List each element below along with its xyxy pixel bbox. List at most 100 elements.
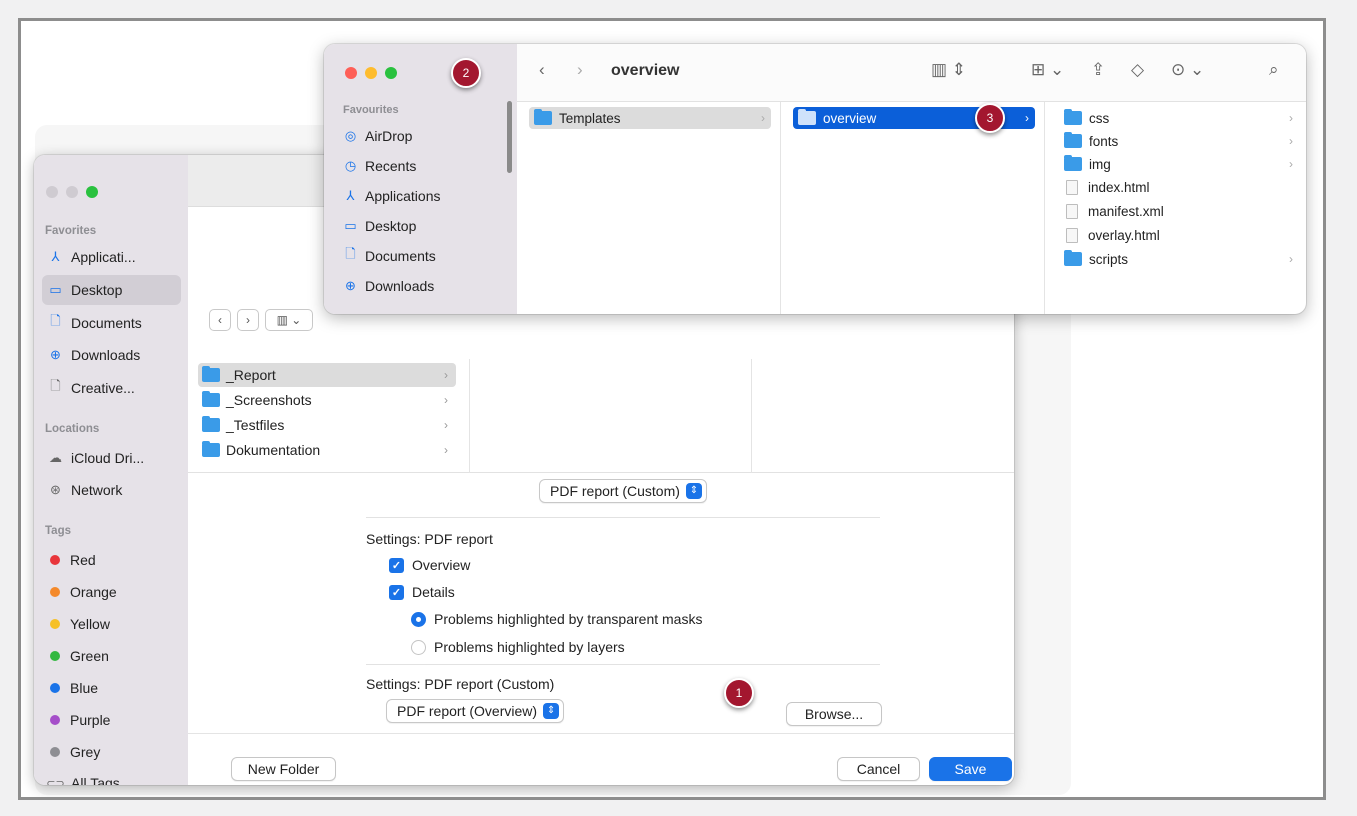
download-icon: ⊕	[345, 278, 356, 293]
back-button[interactable]: ‹	[539, 60, 545, 80]
tag-dot-icon	[50, 747, 60, 757]
tag-grey[interactable]: Grey	[42, 737, 181, 767]
chevron-right-icon: ›	[1289, 134, 1293, 148]
minimize-button[interactable]	[365, 67, 377, 79]
close-button[interactable]	[46, 186, 58, 198]
list-item[interactable]: index.html	[1059, 176, 1299, 198]
tag-label: Grey	[70, 744, 101, 760]
sidebar-item-downloads[interactable]: ⊕ Downloads	[42, 340, 181, 370]
download-icon: ⊕	[50, 347, 61, 362]
sidebar-item-downloads[interactable]: ⊕ Downloads	[343, 274, 434, 298]
tag-dot-icon	[50, 587, 60, 597]
finder-column-3: css › fonts › img › index.html manifest.…	[1045, 102, 1306, 314]
tag-purple[interactable]: Purple	[42, 705, 181, 735]
list-item[interactable]: manifest.xml	[1059, 200, 1299, 222]
chevron-right-icon: ›	[1025, 111, 1029, 125]
window-title: overview	[611, 62, 680, 79]
minimize-button[interactable]	[66, 186, 78, 198]
window-controls	[345, 67, 397, 79]
tag-red[interactable]: Red	[42, 545, 181, 575]
radio-layers[interactable]: Problems highlighted by layers	[411, 639, 625, 655]
view-mode-button[interactable]: ▥ ⇕	[931, 60, 966, 80]
folder-icon	[202, 441, 220, 457]
group-button[interactable]: ⊞ ⌄	[1031, 60, 1064, 80]
sidebar-item-desktop[interactable]: ▭ Desktop	[42, 275, 181, 305]
sidebar-item-airdrop[interactable]: ◎ AirDrop	[343, 124, 413, 148]
document-icon: 🗋	[345, 246, 356, 261]
save-button[interactable]: Save	[929, 757, 1012, 781]
list-item[interactable]: fonts ›	[1059, 130, 1299, 152]
browse-button[interactable]: Browse...	[786, 702, 882, 726]
desktop-icon: ▭	[49, 282, 62, 297]
folder-icon	[202, 366, 220, 382]
new-folder-button[interactable]: New Folder	[231, 757, 336, 781]
list-item[interactable]: _Screenshots ›	[198, 388, 456, 412]
custom-format-popup[interactable]: PDF report (Overview) ⇕	[386, 699, 565, 723]
zoom-button[interactable]	[86, 186, 98, 198]
checkbox-label: Overview	[412, 557, 471, 573]
chevron-right-icon: ›	[1289, 111, 1293, 125]
tag-label: Yellow	[70, 616, 110, 632]
tag-blue[interactable]: Blue	[42, 673, 181, 703]
sidebar-item-documents[interactable]: 🗋 Documents	[343, 244, 436, 268]
chevron-right-icon: ›	[444, 393, 448, 407]
back-button[interactable]: ‹	[209, 309, 231, 331]
callout-badge-3: 3	[975, 103, 1005, 133]
sidebar-item-label: Applications	[365, 188, 441, 204]
sidebar-item-applications[interactable]: ⅄ Applicati...	[42, 242, 181, 272]
sidebar-item-icloud[interactable]: ☁ iCloud Dri...	[42, 443, 181, 473]
locations-heading: Locations	[45, 423, 100, 435]
search-button[interactable]: ⌕	[1269, 60, 1279, 80]
radio-transparent-masks[interactable]: Problems highlighted by transparent mask…	[411, 611, 702, 627]
tag-yellow[interactable]: Yellow	[42, 609, 181, 639]
overview-checkbox[interactable]: ✓ Overview	[389, 557, 470, 573]
sidebar-item-recents[interactable]: ◷ Recents	[343, 154, 417, 178]
more-button[interactable]: ⊙ ⌄	[1171, 60, 1204, 80]
folder-icon	[1064, 250, 1082, 266]
tag-dot-icon	[50, 651, 60, 661]
chevron-right-icon: ›	[444, 443, 448, 457]
chevron-right-icon: ›	[246, 313, 250, 327]
sidebar-item-documents[interactable]: 🗋 Documents	[42, 308, 181, 338]
list-item[interactable]: scripts ›	[1059, 248, 1299, 270]
sidebar-item-creative[interactable]: 🗋 Creative...	[42, 373, 181, 403]
view-mode-button[interactable]: ▥ ⌄	[265, 309, 313, 331]
divider	[366, 664, 880, 665]
close-button[interactable]	[345, 67, 357, 79]
list-item[interactable]: overlay.html	[1059, 224, 1299, 246]
cancel-button[interactable]: Cancel	[837, 757, 920, 781]
list-item-label: _Testfiles	[226, 417, 285, 433]
tag-dot-icon	[50, 555, 60, 565]
sidebar-item-applications[interactable]: ⅄ Applications	[343, 184, 441, 208]
finder-column-1: Templates ›	[517, 102, 781, 314]
list-item[interactable]: _Testfiles ›	[198, 413, 456, 437]
list-item[interactable]: _Report ›	[198, 363, 456, 387]
list-item[interactable]: Dokumentation ›	[198, 438, 456, 462]
tag-dot-icon	[50, 715, 60, 725]
share-button[interactable]: ⇪	[1091, 60, 1105, 80]
column-1: _Report › _Screenshots › _Testfiles › Do…	[188, 359, 470, 473]
sidebar-item-network[interactable]: ⊛ Network	[42, 475, 181, 505]
sidebar-item-label: Downloads	[71, 347, 141, 363]
list-item[interactable]: img ›	[1059, 153, 1299, 175]
format-popup[interactable]: PDF report (Custom) ⇕	[539, 479, 707, 503]
list-item[interactable]: css ›	[1059, 107, 1299, 129]
file-icon	[1066, 203, 1078, 219]
tag-green[interactable]: Green	[42, 641, 181, 671]
forward-button[interactable]: ›	[577, 60, 583, 80]
callout-badge-2: 2	[451, 58, 481, 88]
sidebar-item-label: AirDrop	[365, 128, 413, 144]
details-checkbox[interactable]: ✓ Details	[389, 584, 455, 600]
list-item[interactable]: Templates ›	[529, 107, 771, 129]
chevron-right-icon: ›	[577, 60, 583, 79]
settings-custom-heading: Settings: PDF report (Custom)	[366, 676, 555, 692]
tag-orange[interactable]: Orange	[42, 577, 181, 607]
forward-button[interactable]: ›	[237, 309, 259, 331]
ellipsis-circle-icon: ⊙ ⌄	[1171, 60, 1205, 79]
tag-all-tags[interactable]: ⊂⊃ All Tags...	[42, 768, 181, 785]
sidebar-item-desktop[interactable]: ▭ Desktop	[343, 214, 416, 238]
zoom-button[interactable]	[385, 67, 397, 79]
tag-label: Orange	[70, 584, 117, 600]
sidebar-scrollbar[interactable]	[507, 101, 512, 173]
tag-button[interactable]: ◇	[1131, 60, 1144, 80]
